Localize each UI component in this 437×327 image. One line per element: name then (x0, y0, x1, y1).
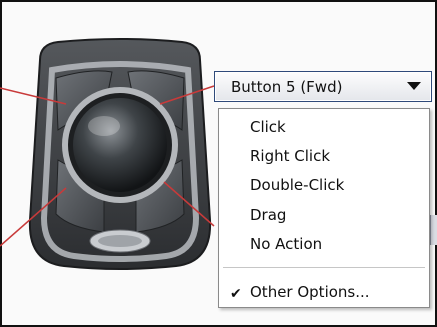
button-action-dropdown[interactable]: Button 5 (Fwd) (214, 71, 432, 102)
menu-item-other-options[interactable]: Other Options... (250, 283, 370, 301)
menu-item-click[interactable]: Click (250, 118, 286, 136)
menu-item-drag[interactable]: Drag (250, 206, 286, 224)
dropdown-arrow-icon[interactable] (407, 82, 421, 91)
dropdown-selected-value: Button 5 (Fwd) (231, 78, 343, 96)
menu-item-right-click[interactable]: Right Click (250, 147, 330, 165)
menu-separator (223, 267, 425, 268)
menu-item-double-click[interactable]: Double-Click (250, 176, 344, 194)
checkmark-icon: ✔ (230, 286, 242, 302)
dropdown-menu: Click Right Click Double-Click Drag No A… (218, 108, 430, 308)
menu-item-no-action[interactable]: No Action (250, 235, 322, 253)
scrollbar-edge (430, 215, 437, 245)
